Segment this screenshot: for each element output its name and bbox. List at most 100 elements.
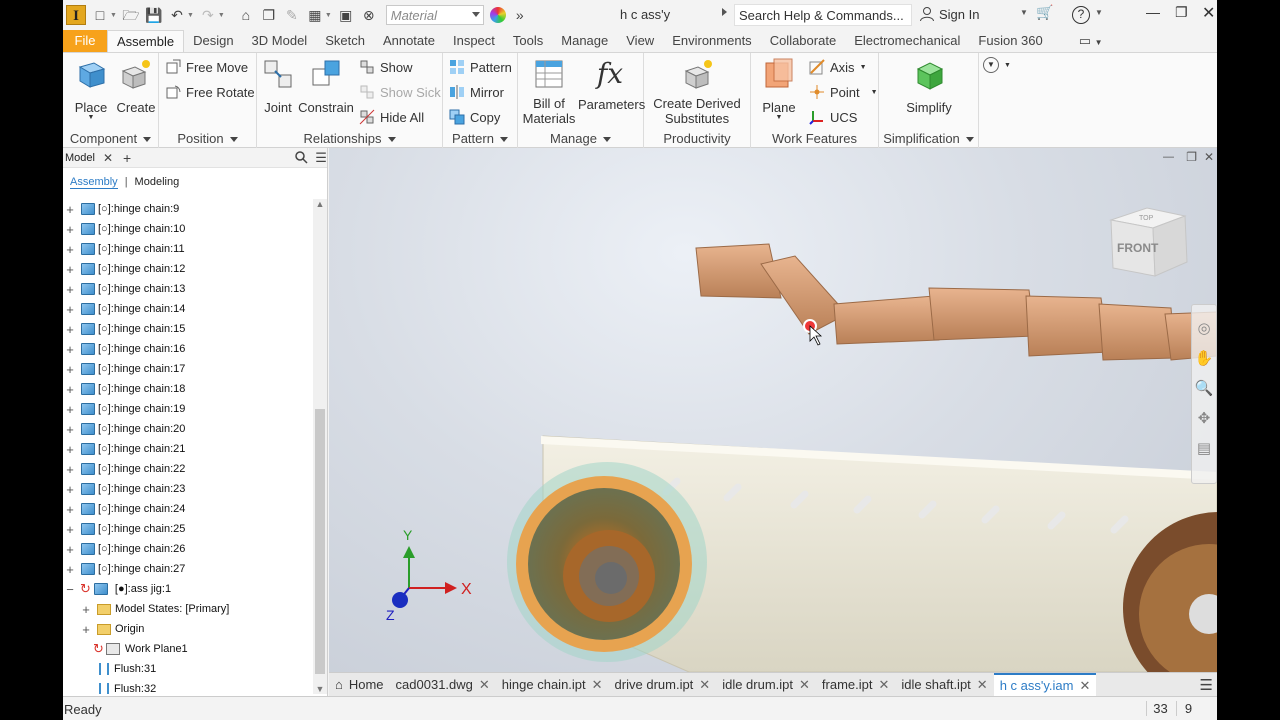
scrollbar-thumb[interactable] bbox=[315, 409, 325, 674]
collapse-icon[interactable]: − bbox=[65, 582, 75, 597]
viewport-close-icon[interactable]: ✕ bbox=[1204, 150, 1214, 164]
home-icon[interactable]: ⌂ bbox=[237, 6, 255, 24]
tab-manage[interactable]: Manage bbox=[552, 30, 617, 52]
new-icon[interactable]: □ bbox=[91, 6, 109, 24]
tab-modeling[interactable]: Modeling bbox=[135, 176, 180, 188]
tree-item[interactable]: + [○]:hinge chain:20 bbox=[63, 419, 311, 439]
axis-button[interactable]: Axis ▼ bbox=[809, 59, 867, 75]
expand-icon[interactable]: + bbox=[65, 422, 75, 437]
tree-item[interactable]: + [○]:hinge chain:9 bbox=[63, 199, 311, 219]
ribbon-more-button[interactable]: ▼ ▼ bbox=[983, 57, 1011, 73]
tab-3d-model[interactable]: 3D Model bbox=[243, 30, 317, 52]
expand-icon[interactable]: + bbox=[65, 322, 75, 337]
steering-wheel-icon[interactable]: ◎ bbox=[1197, 319, 1210, 337]
point-button[interactable]: Point ▼ bbox=[809, 84, 878, 100]
copy-button[interactable]: Copy bbox=[449, 109, 500, 125]
scroll-up-icon[interactable]: ▲ bbox=[313, 199, 327, 209]
mirror-button[interactable]: Mirror bbox=[449, 84, 504, 100]
tree-item[interactable]: + [○]:hinge chain:13 bbox=[63, 279, 311, 299]
maximize-icon[interactable]: ❐ bbox=[1175, 4, 1188, 21]
hide-all-button[interactable]: Hide All bbox=[359, 109, 424, 125]
tab-file[interactable]: File bbox=[63, 30, 107, 52]
expand-icon[interactable]: + bbox=[65, 282, 75, 297]
tree-item-ass-jig[interactable]: − ↻ [●]:ass jig:1 bbox=[63, 579, 311, 599]
expand-icon[interactable]: + bbox=[65, 562, 75, 577]
material-select[interactable]: Material bbox=[385, 5, 484, 25]
pattern-panel-label[interactable]: Pattern bbox=[443, 131, 517, 146]
expand-icon[interactable]: + bbox=[65, 382, 75, 397]
tree-item[interactable]: + [○]:hinge chain:26 bbox=[63, 539, 311, 559]
relationships-panel-label[interactable]: Relationships bbox=[257, 131, 442, 146]
tab-inspect[interactable]: Inspect bbox=[444, 30, 504, 52]
doc-tab[interactable]: frame.ipt ✕ bbox=[816, 673, 895, 697]
expand-icon[interactable]: + bbox=[65, 222, 75, 237]
drive-drum[interactable] bbox=[507, 462, 707, 662]
tab-environments[interactable]: Environments bbox=[663, 30, 760, 52]
redo-dropdown-icon[interactable]: ▼ bbox=[218, 12, 225, 19]
help-dropdown-icon[interactable]: ▼ bbox=[1095, 8, 1103, 17]
tree-item[interactable]: + [○]:hinge chain:15 bbox=[63, 319, 311, 339]
tree-item[interactable]: + [○]:hinge chain:24 bbox=[63, 499, 311, 519]
minimize-icon[interactable]: — bbox=[1146, 4, 1160, 20]
close-tab-icon[interactable]: ✕ bbox=[699, 677, 710, 693]
tree-item[interactable]: + [○]:hinge chain:12 bbox=[63, 259, 311, 279]
parameters-button[interactable]: fx Parameters bbox=[578, 57, 645, 112]
expand-icon[interactable]: + bbox=[65, 302, 75, 317]
close-tab-icon[interactable]: ✕ bbox=[479, 677, 490, 693]
doc-tab[interactable]: cad0031.dwg ✕ bbox=[390, 673, 496, 697]
expand-icon[interactable]: + bbox=[65, 342, 75, 357]
close-tab-icon[interactable]: ✕ bbox=[592, 677, 603, 693]
undo-dropdown-icon[interactable]: ▼ bbox=[187, 12, 194, 19]
component-panel-label[interactable]: Component bbox=[63, 131, 158, 146]
search-icon[interactable] bbox=[295, 151, 308, 164]
view-cube[interactable]: TOP FRONT bbox=[1101, 198, 1191, 278]
create-derived-substitutes-button[interactable]: Create Derived Substitutes bbox=[648, 57, 746, 126]
browser-title[interactable]: Model bbox=[65, 152, 95, 164]
tree-item[interactable]: + [○]:hinge chain:19 bbox=[63, 399, 311, 419]
menu-icon[interactable]: ☰ bbox=[315, 150, 327, 166]
ribbon-options-icon[interactable]: ▭ ▼ bbox=[1070, 30, 1112, 52]
tree-item[interactable]: + [○]:hinge chain:18 bbox=[63, 379, 311, 399]
select-dropdown-icon[interactable]: ▼ bbox=[325, 12, 332, 19]
tab-fusion-360[interactable]: Fusion 360 bbox=[969, 30, 1051, 52]
new-dropdown-icon[interactable]: ▼ bbox=[110, 12, 117, 19]
expand-icon[interactable]: + bbox=[65, 502, 75, 517]
free-move-button[interactable]: Free Move bbox=[165, 59, 248, 75]
open-icon[interactable]: 🗁 bbox=[122, 6, 140, 24]
tree-item[interactable]: + [○]:hinge chain:10 bbox=[63, 219, 311, 239]
tab-collaborate[interactable]: Collaborate bbox=[761, 30, 846, 52]
expand-icon[interactable]: + bbox=[65, 362, 75, 377]
tree-item[interactable]: + [○]:hinge chain:27 bbox=[63, 559, 311, 579]
pattern-button[interactable]: Pattern bbox=[449, 59, 512, 75]
expand-icon[interactable]: + bbox=[65, 242, 75, 257]
tree-item[interactable]: + [○]:hinge chain:23 bbox=[63, 479, 311, 499]
plane-button[interactable]: Plane ▼ bbox=[757, 57, 801, 121]
tree-item[interactable]: + [○]:hinge chain:21 bbox=[63, 439, 311, 459]
sign-in-dropdown-icon[interactable]: ▼ bbox=[1020, 8, 1028, 17]
close-tab-icon[interactable]: ✕ bbox=[1079, 678, 1090, 694]
doc-tab[interactable]: drive drum.ipt ✕ bbox=[609, 673, 717, 697]
pan-icon[interactable]: ✋ bbox=[1195, 349, 1214, 367]
tree-item[interactable]: + [○]:hinge chain:16 bbox=[63, 339, 311, 359]
expand-icon[interactable]: + bbox=[65, 262, 75, 277]
tab-design[interactable]: Design bbox=[184, 30, 242, 52]
free-rotate-button[interactable]: Free Rotate bbox=[165, 84, 255, 100]
expand-icon[interactable]: + bbox=[81, 602, 91, 617]
expand-icon[interactable]: + bbox=[65, 462, 75, 477]
tree-item-model-states[interactable]: + Model States: [Primary] bbox=[63, 599, 311, 619]
show-sick-button[interactable]: Show Sick bbox=[359, 84, 441, 100]
update-icon[interactable]: ❐ bbox=[260, 6, 278, 24]
show-button[interactable]: Show bbox=[359, 59, 413, 75]
help-icon[interactable]: ? bbox=[1072, 6, 1090, 24]
tab-view[interactable]: View bbox=[617, 30, 663, 52]
viewport-restore-icon[interactable]: ❐ bbox=[1186, 150, 1197, 164]
tree-item[interactable]: + [○]:hinge chain:25 bbox=[63, 519, 311, 539]
close-tab-icon[interactable]: ✕ bbox=[799, 677, 810, 693]
doc-tab[interactable]: idle shaft.ipt ✕ bbox=[895, 673, 993, 697]
tree-item[interactable]: + [○]:hinge chain:22 bbox=[63, 459, 311, 479]
browser-add-icon[interactable]: + bbox=[123, 150, 131, 166]
simplify-button[interactable]: Simplify bbox=[899, 57, 959, 115]
cart-icon[interactable]: 🛒 bbox=[1036, 4, 1053, 21]
graphics-viewport[interactable]: Y X Z TOP FRONT ◎ ✋ 🔍 ✥ ▤ — ❐ ✕ bbox=[329, 148, 1217, 672]
tab-annotate[interactable]: Annotate bbox=[374, 30, 444, 52]
